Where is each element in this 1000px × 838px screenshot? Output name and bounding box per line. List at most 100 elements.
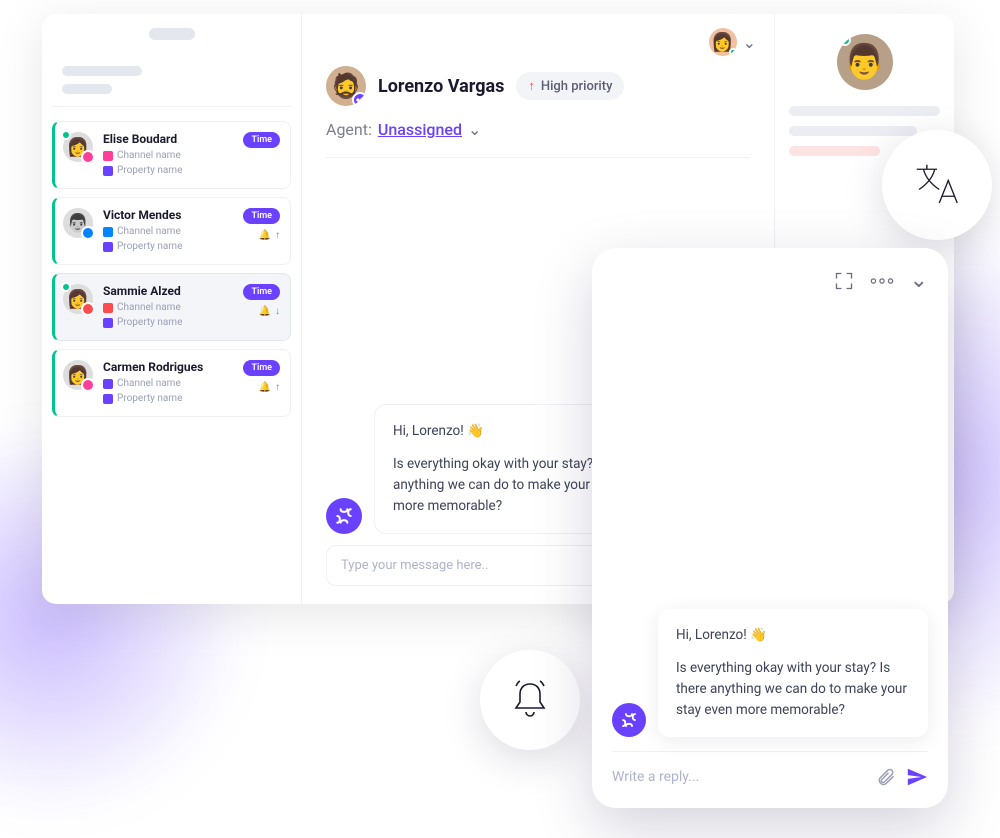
channel-meta: Channel name <box>103 224 233 239</box>
contact-name: Elise Boudard <box>103 132 233 146</box>
detail-placeholder-line <box>789 146 880 156</box>
bell-icon <box>506 676 554 724</box>
channel-meta: Channel name <box>103 300 233 315</box>
chat-header: 🧔 Lorenzo Vargas ↑ High priority <box>326 66 750 106</box>
avatar: 👩 <box>63 132 93 162</box>
priority-chip[interactable]: ↑ High priority <box>516 72 624 100</box>
conversation-sidebar: 👩 Elise Boudard Channel name Property na… <box>42 14 302 604</box>
input-placeholder: Type your message here.. <box>341 558 488 573</box>
channel-icon <box>103 379 113 389</box>
time-chip: Time <box>243 284 280 300</box>
mobile-chat-preview: ⌄ Hi, Lorenzo! 👋 Is everything okay with… <box>592 248 948 808</box>
expand-icon[interactable] <box>834 271 854 291</box>
contact-name: Carmen Rodrigues <box>103 360 233 374</box>
online-status-dot <box>61 282 71 292</box>
sidebar-placeholder-line <box>62 84 112 94</box>
conversation-body: Sammie Alzed Channel name Property name <box>103 284 233 330</box>
property-icon <box>103 394 113 404</box>
contact-detail-avatar: 👨 <box>837 34 893 90</box>
sidebar-handle <box>149 28 195 40</box>
avatar: 👨 <box>63 208 93 238</box>
channel-icon <box>103 151 113 161</box>
property-label: Property name <box>117 239 182 254</box>
time-chip: Time <box>243 132 280 148</box>
channel-badge-icon <box>81 302 95 316</box>
mobile-message-thread: Hi, Lorenzo! 👋 Is everything okay with y… <box>612 303 928 737</box>
priority-label: High priority <box>541 79 613 94</box>
property-label: Property name <box>117 391 182 406</box>
notification-feature-badge <box>480 650 580 750</box>
detail-placeholder-line <box>789 106 940 116</box>
property-meta: Property name <box>103 315 233 330</box>
contact-name: Victor Mendes <box>103 208 233 222</box>
detail-placeholder-line <box>789 126 917 136</box>
online-status-dot <box>61 130 71 140</box>
priority-down-icon: ↓ <box>275 306 280 317</box>
property-meta: Property name <box>103 391 233 406</box>
property-icon <box>103 318 113 328</box>
channel-label: Channel name <box>117 148 181 163</box>
channel-icon <box>103 303 113 313</box>
channel-badge-icon <box>81 378 95 392</box>
priority-up-icon: ↑ <box>528 78 535 94</box>
message-line: Hi, Lorenzo! 👋 <box>676 625 910 646</box>
chevron-down-icon[interactable]: ⌄ <box>743 33 756 52</box>
property-meta: Property name <box>103 239 233 254</box>
more-icon[interactable] <box>870 271 894 291</box>
agent-value[interactable]: Unassigned <box>378 120 462 139</box>
conversation-indicators: Time 🔔 ↓ <box>243 284 280 317</box>
contact-avatar: 🧔 <box>326 66 366 106</box>
channel-label: Channel name <box>117 224 181 239</box>
bell-icon: 🔔 <box>259 230 271 241</box>
priority-up-icon: ↑ <box>275 230 280 241</box>
time-chip: Time <box>243 360 280 376</box>
reply-input[interactable]: Write a reply... <box>612 769 866 785</box>
property-label: Property name <box>117 315 182 330</box>
conversation-indicators: Time 🔔 ↑ <box>243 208 280 241</box>
sender-avatar-icon <box>326 498 362 534</box>
property-icon <box>103 166 113 176</box>
conversation-item[interactable]: 👩 Sammie Alzed Channel name Property nam… <box>52 273 291 341</box>
property-icon <box>103 242 113 252</box>
channel-label: Channel name <box>117 376 181 391</box>
conversation-indicators: Time <box>243 132 280 148</box>
mobile-reply-bar: Write a reply... <box>612 751 928 788</box>
divider <box>326 157 750 158</box>
contact-name: Sammie Alzed <box>103 284 233 298</box>
channel-badge-icon <box>81 226 95 240</box>
message-row: Hi, Lorenzo! 👋 Is everything okay with y… <box>612 609 928 737</box>
sidebar-placeholder-line <box>62 66 142 76</box>
channel-label: Channel name <box>117 300 181 315</box>
translate-icon <box>910 158 964 212</box>
channel-badge-icon <box>81 150 95 164</box>
conversation-item[interactable]: 👩 Carmen Rodrigues Channel name Property… <box>52 349 291 417</box>
send-button[interactable] <box>906 766 928 788</box>
agent-label: Agent: <box>326 120 372 139</box>
property-meta: Property name <box>103 163 233 178</box>
attachment-icon[interactable] <box>876 767 896 787</box>
message-line: Is everything okay with your stay? Is th… <box>676 658 910 721</box>
property-label: Property name <box>117 163 182 178</box>
channel-icon <box>103 227 113 237</box>
top-user-menu[interactable]: 👩 ⌄ <box>709 28 756 56</box>
avatar: 👩 <box>63 284 93 314</box>
conversation-body: Elise Boudard Channel name Property name <box>103 132 233 178</box>
online-status-dot <box>839 34 851 46</box>
conversation-item[interactable]: 👩 Elise Boudard Channel name Property na… <box>52 121 291 189</box>
avatar: 👩 <box>63 360 93 390</box>
mobile-toolbar: ⌄ <box>612 268 928 293</box>
agent-assignment-row: Agent: Unassigned ⌄ <box>326 120 750 139</box>
chevron-down-icon[interactable]: ⌄ <box>910 268 928 293</box>
sidebar-filter-header <box>52 60 291 107</box>
channel-meta: Channel name <box>103 376 233 391</box>
bell-icon: 🔔 <box>259 382 271 393</box>
current-user-avatar: 👩 <box>709 28 737 56</box>
priority-up-icon: ↑ <box>275 382 280 393</box>
conversation-item[interactable]: 👨 Victor Mendes Channel name Property na… <box>52 197 291 265</box>
bell-icon: 🔔 <box>259 306 271 317</box>
online-status-dot <box>729 48 737 56</box>
time-chip: Time <box>243 208 280 224</box>
chevron-down-icon[interactable]: ⌄ <box>468 120 481 139</box>
contact-name: Lorenzo Vargas <box>378 76 504 97</box>
sender-avatar-icon <box>612 703 646 737</box>
